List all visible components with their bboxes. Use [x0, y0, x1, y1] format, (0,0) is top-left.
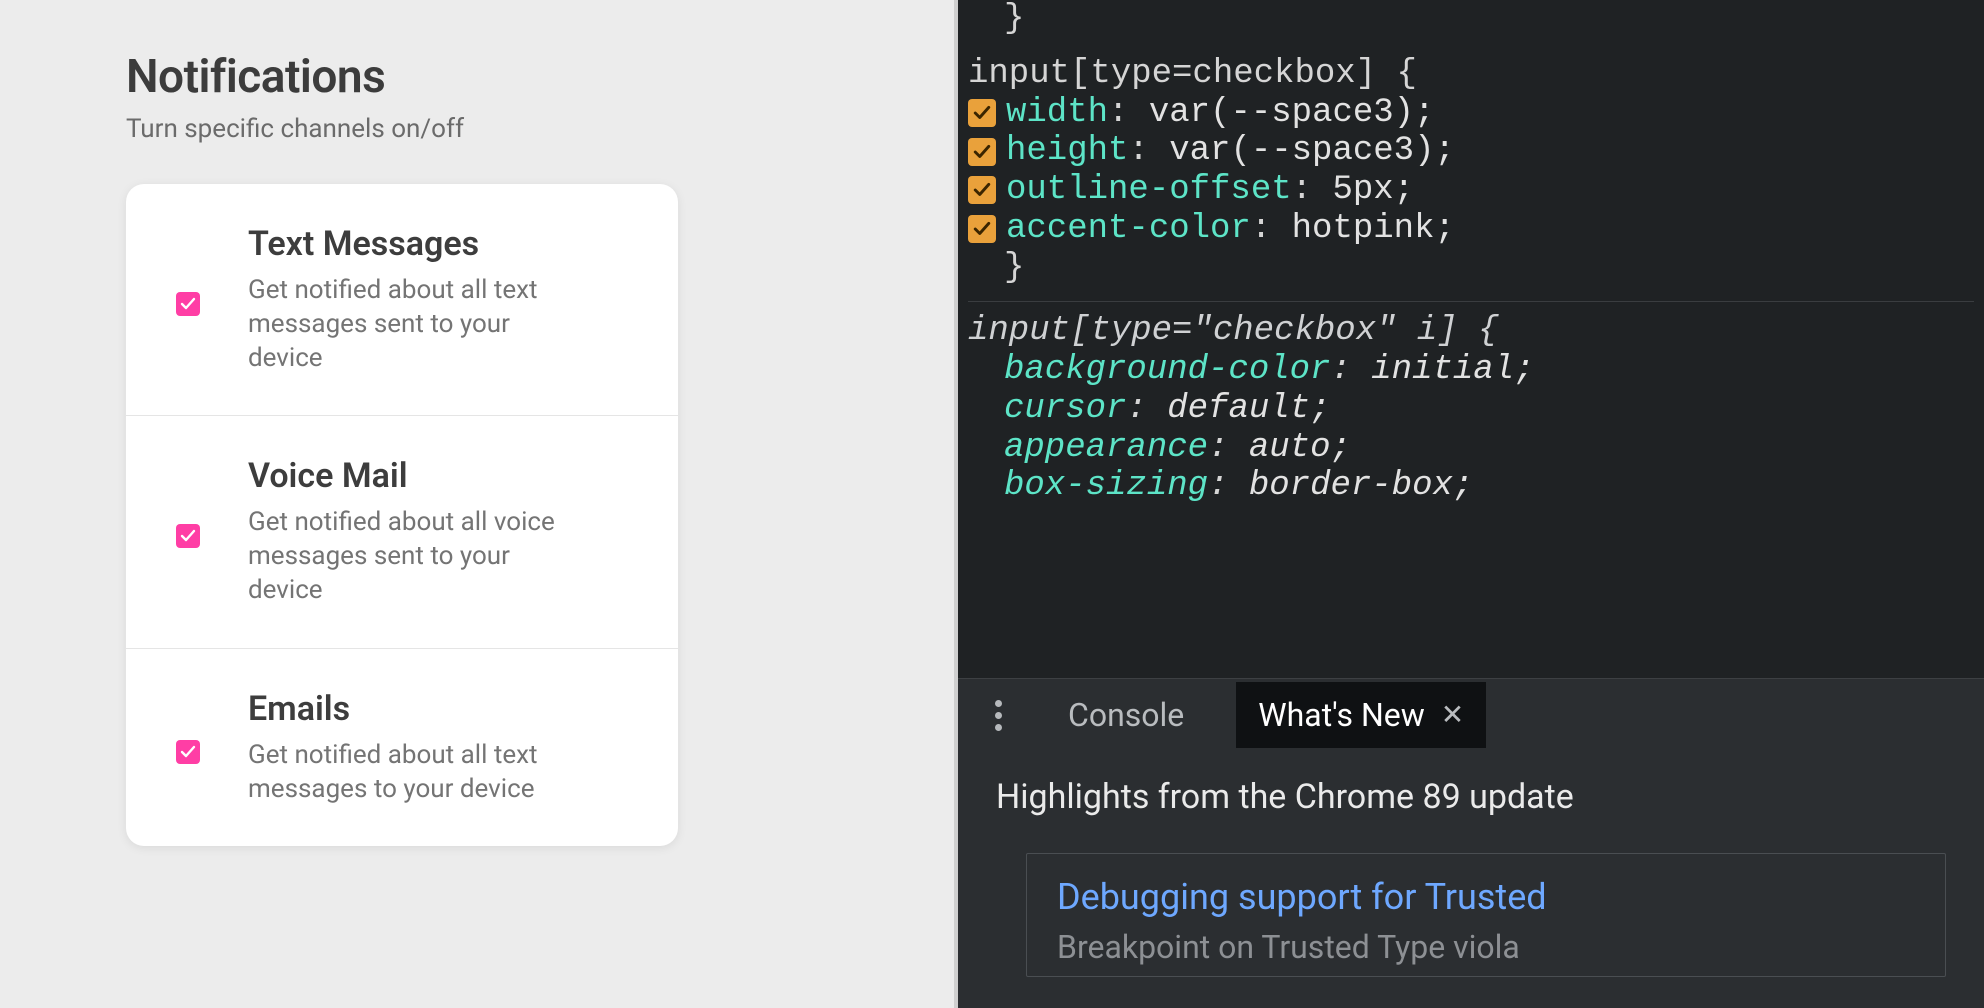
css-prop[interactable]: width: [1006, 94, 1108, 133]
highlight-subtitle: Breakpoint on Trusted Type viola: [1057, 928, 1915, 966]
checkbox-voice-mail[interactable]: [176, 524, 200, 548]
notification-row-voice-mail: Voice Mail Get notified about all voice …: [126, 416, 678, 648]
row-desc: Get notified about all text messages sen…: [248, 274, 578, 375]
css-val: auto;: [1249, 429, 1351, 468]
highlight-title: Debugging support for Trusted: [1057, 876, 1915, 918]
check-icon: [180, 528, 196, 544]
notification-row-emails: Emails Get notified about all text messa…: [126, 649, 678, 847]
css-selector-ua: input[type="checkbox" i] {: [968, 312, 1499, 351]
css-val: border-box;: [1249, 467, 1473, 506]
tab-label: What's New: [1258, 696, 1425, 734]
page-title: Notifications: [126, 50, 706, 104]
tab-console[interactable]: Console: [1046, 682, 1206, 748]
notification-row-text-messages: Text Messages Get notified about all tex…: [126, 184, 678, 416]
check-icon: [180, 296, 196, 312]
check-icon: [973, 143, 991, 161]
css-prop: background-color: [1004, 351, 1330, 390]
check-icon: [180, 744, 196, 760]
close-icon[interactable]: ✕: [1441, 701, 1464, 729]
check-icon: [973, 220, 991, 238]
checkbox-text-messages[interactable]: [176, 292, 200, 316]
css-prop: cursor: [1004, 390, 1126, 429]
kebab-menu-icon[interactable]: [980, 700, 1016, 731]
app-root: Notifications Turn specific channels on/…: [0, 0, 1984, 1008]
row-desc: Get notified about all text messages to …: [248, 739, 578, 807]
rule-close-brace: }: [1004, 249, 1024, 288]
devtools-pane: } input[type=checkbox] { width: var(--sp…: [958, 0, 1984, 1008]
css-prop-toggle-width[interactable]: [968, 99, 996, 127]
check-icon: [973, 104, 991, 122]
row-title: Text Messages: [248, 224, 638, 264]
css-prop-toggle-accent-color[interactable]: [968, 215, 996, 243]
css-prop-toggle-outline-offset[interactable]: [968, 176, 996, 204]
row-title: Voice Mail: [248, 456, 638, 496]
css-val: initial;: [1371, 351, 1534, 390]
drawer-headline: Highlights from the Chrome 89 update: [996, 777, 1946, 817]
devtools-drawer: Console What's New ✕ Highlights from the…: [958, 678, 1984, 1008]
css-prop[interactable]: outline-offset: [1006, 171, 1292, 210]
page-subtitle: Turn specific channels on/off: [126, 114, 706, 144]
css-selector[interactable]: input[type=checkbox] {: [968, 55, 1417, 94]
highlight-card[interactable]: Debugging support for Trusted Breakpoint…: [1026, 853, 1946, 977]
drawer-body: Highlights from the Chrome 89 update Deb…: [958, 751, 1984, 1003]
rule-close-brace: }: [1004, 0, 1024, 39]
css-prop-toggle-height[interactable]: [968, 138, 996, 166]
css-val[interactable]: var(--space3);: [1169, 132, 1455, 171]
row-desc: Get notified about all voice messages se…: [248, 506, 578, 607]
css-val: default;: [1167, 390, 1330, 429]
notifications-card: Text Messages Get notified about all tex…: [126, 184, 678, 846]
tab-whats-new[interactable]: What's New ✕: [1236, 682, 1486, 748]
user-agent-rule: input[type="checkbox" i] { background-co…: [968, 301, 1974, 506]
css-prop: box-sizing: [1004, 467, 1208, 506]
drawer-tabstrip: Console What's New ✕: [958, 679, 1984, 751]
row-title: Emails: [248, 689, 638, 729]
css-val[interactable]: 5px;: [1332, 171, 1414, 210]
css-prop: appearance: [1004, 429, 1208, 468]
css-val[interactable]: hotpink;: [1292, 210, 1455, 249]
checkbox-emails[interactable]: [176, 740, 200, 764]
css-prop[interactable]: height: [1006, 132, 1128, 171]
styles-panel[interactable]: } input[type=checkbox] { width: var(--sp…: [958, 0, 1984, 506]
css-val[interactable]: var(--space3);: [1149, 94, 1435, 133]
notifications-section: Notifications Turn specific channels on/…: [126, 50, 706, 846]
css-prop[interactable]: accent-color: [1006, 210, 1251, 249]
check-icon: [973, 181, 991, 199]
rendered-page-pane: Notifications Turn specific channels on/…: [0, 0, 958, 1008]
